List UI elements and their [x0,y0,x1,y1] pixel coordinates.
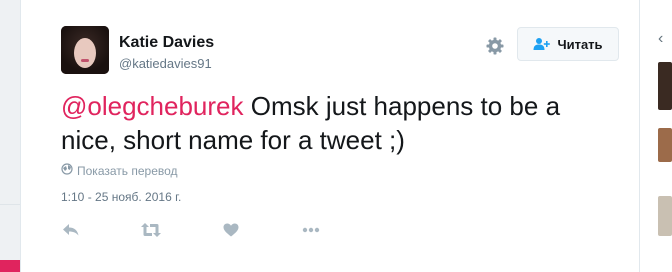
chevron-icon[interactable]: ‹ [658,30,663,48]
more-icon[interactable] [299,219,323,241]
author-username[interactable]: @katiedavies91 [119,56,212,71]
retweet-icon[interactable] [139,219,163,241]
reply-icon[interactable] [59,219,83,241]
tweet-timestamp[interactable]: 1:10 - 25 нояб. 2016 г. [61,190,181,204]
translate-link[interactable]: Показать перевод [61,163,178,178]
globe-icon [61,163,73,178]
right-background-column: ‹ [640,0,672,272]
follow-button-label: Читать [557,36,603,52]
left-background-column [0,0,20,272]
thumbnail-image [658,196,672,236]
avatar[interactable] [61,26,109,74]
tweet-card: Katie Davies @katiedavies91 Читать @oleg… [20,0,640,272]
follow-button[interactable]: Читать [517,27,619,61]
add-user-icon [533,37,551,51]
divider [0,204,20,205]
heart-icon[interactable] [219,219,243,241]
thumbnail-image [658,128,672,162]
gear-icon[interactable] [485,36,505,56]
thumbnail-image [658,62,672,110]
mention-link[interactable]: @olegcheburek [61,91,244,121]
translate-label: Показать перевод [77,163,178,178]
author-full-name[interactable]: Katie Davies [119,34,214,52]
tweet-text: @olegcheburek Omsk just happens to be a … [61,89,601,157]
cropped-button-edge [0,260,20,272]
